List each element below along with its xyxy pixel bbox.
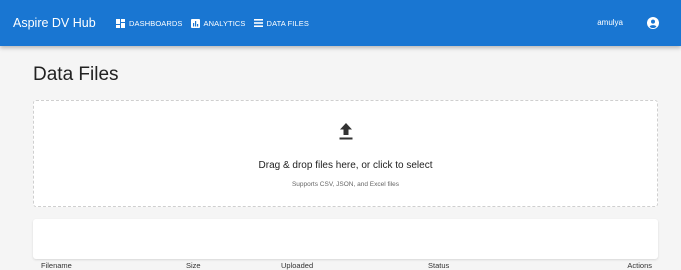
- nav-data-files-label: DATA FILES: [266, 18, 309, 28]
- nav-dashboards-label: DASHBOARDS: [129, 18, 183, 28]
- nav-dashboards[interactable]: DASHBOARDS: [116, 18, 183, 28]
- dashboard-icon: [116, 18, 125, 28]
- column-header-status[interactable]: Status: [428, 261, 449, 270]
- main-nav: DASHBOARDS ANALYTICS DATA FILES: [116, 0, 309, 46]
- upload-icon: [339, 123, 353, 140]
- files-table: Filename Size Uploaded Status Actions: [33, 219, 658, 270]
- nav-analytics[interactable]: ANALYTICS: [190, 18, 246, 28]
- analytics-icon: [190, 18, 200, 28]
- column-header-filename[interactable]: Filename: [41, 261, 72, 270]
- page-title: Data Files: [33, 64, 119, 85]
- column-header-uploaded[interactable]: Uploaded: [281, 261, 313, 270]
- file-dropzone[interactable]: Drag & drop files here, or click to sele…: [33, 100, 658, 207]
- nav-data-files[interactable]: DATA FILES: [253, 18, 309, 28]
- dropzone-hint: Supports CSV, JSON, and Excel files: [291, 181, 400, 188]
- list-icon: [253, 19, 263, 27]
- app-title[interactable]: Aspire DV Hub: [13, 0, 96, 46]
- column-header-size[interactable]: Size: [186, 261, 201, 270]
- dropzone-text: Drag & drop files here, or click to sele…: [258, 160, 433, 171]
- nav-analytics-label: ANALYTICS: [203, 18, 246, 28]
- account-circle-icon[interactable]: [647, 17, 659, 29]
- column-header-actions: Actions: [627, 261, 652, 270]
- username: amulya: [597, 18, 623, 27]
- app-bar: Aspire DV Hub DASHBOARDS ANALYTICS DATA …: [0, 0, 681, 46]
